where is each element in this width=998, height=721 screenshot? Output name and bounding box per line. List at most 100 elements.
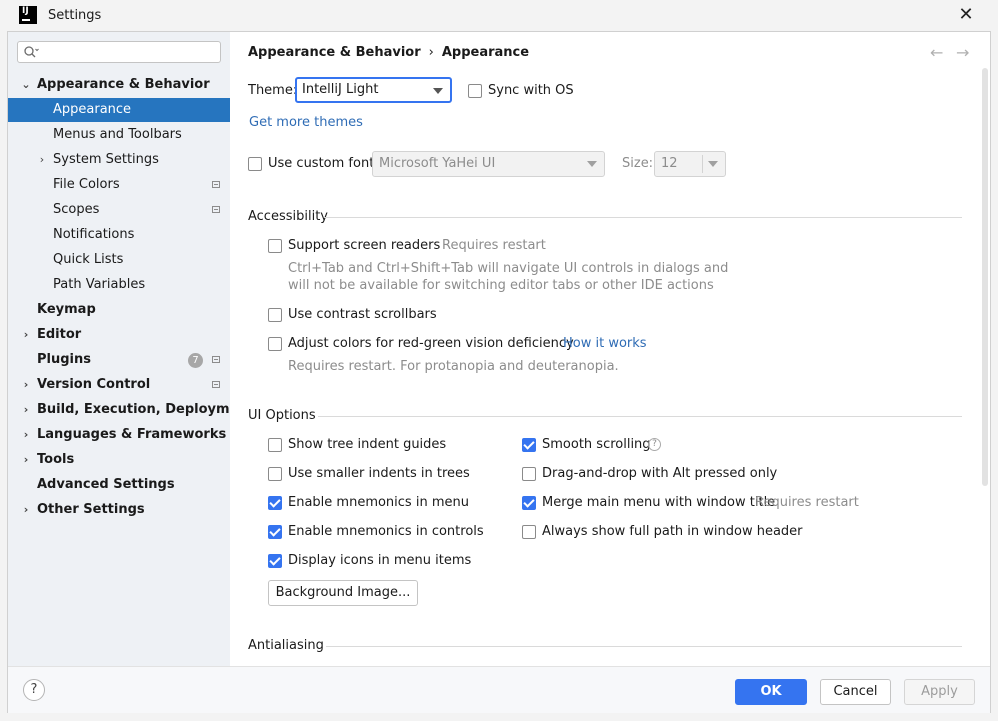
chevron-right-icon: › — [23, 428, 29, 441]
close-icon[interactable]: ✕ — [955, 4, 977, 26]
sidebar-item-other-settings[interactable]: › Other Settings — [8, 498, 230, 522]
get-more-themes-link[interactable]: Get more themes — [249, 115, 363, 130]
sidebar-item-plugins[interactable]: Plugins 7 — [8, 348, 230, 372]
sidebar-item-appearance[interactable]: Appearance — [8, 98, 230, 122]
forward-arrow-icon[interactable]: → — [956, 43, 969, 62]
sidebar-item-build-execution-deployment[interactable]: › Build, Execution, Deployment — [8, 398, 254, 422]
full-path-header-label: Always show full path in window header — [542, 524, 803, 539]
smaller-indents-checkbox[interactable] — [268, 467, 282, 481]
drag-drop-alt-checkbox[interactable] — [522, 467, 536, 481]
sidebar-item-system-settings[interactable]: › System Settings — [8, 148, 230, 172]
sidebar-item-menus-toolbars[interactable]: Menus and Toolbars — [8, 123, 230, 147]
smaller-indents-label: Use smaller indents in trees — [288, 466, 470, 481]
search-input[interactable] — [17, 41, 221, 63]
project-level-icon — [212, 381, 220, 388]
tree-indent-guides-checkbox[interactable] — [268, 438, 282, 452]
smooth-scrolling-checkbox[interactable] — [522, 438, 536, 452]
custom-font-checkbox[interactable] — [248, 157, 262, 171]
window-title: Settings — [48, 8, 102, 23]
back-arrow-icon[interactable]: ← — [930, 43, 943, 62]
cancel-button[interactable]: Cancel — [820, 679, 891, 705]
merge-main-menu-checkbox[interactable] — [522, 496, 536, 510]
full-path-header-checkbox[interactable] — [522, 525, 536, 539]
sidebar-item-notifications[interactable]: Notifications — [8, 223, 230, 247]
chevron-right-icon: › — [23, 453, 29, 466]
project-level-icon — [212, 181, 220, 188]
icons-in-menu-checkbox[interactable] — [268, 554, 282, 568]
chevron-right-icon: › — [23, 403, 29, 416]
background-image-button[interactable]: Background Image... — [268, 580, 418, 606]
search-icon — [24, 46, 39, 58]
section-divider — [318, 416, 962, 417]
sidebar-item-tools[interactable]: › Tools — [8, 448, 230, 472]
combo-divider — [702, 155, 703, 173]
sync-with-os-checkbox[interactable] — [468, 84, 482, 98]
chevron-right-icon: › — [23, 328, 29, 341]
sidebar-item-version-control[interactable]: › Version Control — [8, 373, 230, 397]
title-bar: IJ Settings ✕ — [0, 0, 998, 31]
screen-readers-checkbox[interactable] — [268, 239, 282, 253]
breadcrumb-current: Appearance — [441, 45, 530, 60]
breadcrumb-separator: › — [428, 45, 434, 60]
settings-content: Appearance & Behavior › Appearance ← → The… — [230, 32, 990, 666]
sidebar-item-keymap[interactable]: Keymap — [8, 298, 230, 322]
mnemonics-controls-checkbox[interactable] — [268, 525, 282, 539]
project-level-icon — [212, 206, 220, 213]
breadcrumb-parent[interactable]: Appearance & Behavior — [248, 45, 421, 60]
font-select-value: Microsoft YaHei UI — [379, 156, 496, 171]
font-size-label: Size: — [622, 156, 654, 171]
theme-label: Theme: — [248, 83, 298, 98]
contrast-scrollbars-checkbox[interactable] — [268, 308, 282, 322]
ui-options-section-title: UI Options — [248, 408, 316, 423]
dropdown-arrow-icon — [587, 161, 597, 167]
dropdown-arrow-icon — [433, 88, 443, 94]
intellij-app-icon: IJ — [19, 6, 37, 24]
color-deficiency-note: Requires restart. For protanopia and deu… — [288, 359, 619, 374]
dialog-footer: ? OK Cancel Apply — [8, 666, 990, 713]
chevron-right-icon: › — [23, 503, 29, 516]
chevron-right-icon: › — [39, 153, 45, 166]
section-divider — [326, 646, 962, 647]
merge-main-menu-label: Merge main menu with window title — [542, 495, 776, 510]
project-level-icon — [212, 356, 220, 363]
mnemonics-menu-label: Enable mnemonics in menu — [288, 495, 469, 510]
theme-select[interactable]: IntelliJ Light — [295, 77, 452, 103]
mnemonics-menu-checkbox[interactable] — [268, 496, 282, 510]
updates-badge: 7 — [188, 353, 203, 368]
ok-button[interactable]: OK — [735, 679, 807, 705]
theme-select-value: IntelliJ Light — [302, 82, 379, 97]
help-icon[interactable]: ? — [23, 679, 45, 701]
accessibility-section-title: Accessibility — [248, 209, 328, 224]
sidebar-item-appearance-behavior[interactable]: ⌄ Appearance & Behavior — [8, 73, 230, 97]
color-deficiency-label: Adjust colors for red-green vision defic… — [288, 336, 574, 351]
custom-font-label: Use custom font: — [268, 156, 379, 171]
font-size-select[interactable]: 12 — [654, 151, 726, 177]
color-deficiency-checkbox[interactable] — [268, 337, 282, 351]
font-select[interactable]: Microsoft YaHei UI — [372, 151, 605, 177]
scrollbar-thumb[interactable] — [982, 68, 988, 486]
chevron-down-icon: ⌄ — [21, 78, 31, 91]
antialiasing-section-title: Antialiasing — [248, 638, 324, 653]
how-it-works-link[interactable]: How it works — [563, 336, 647, 351]
drag-drop-alt-label: Drag-and-drop with Alt pressed only — [542, 466, 778, 481]
sidebar-item-languages-frameworks[interactable]: › Languages & Frameworks — [8, 423, 230, 447]
apply-button[interactable]: Apply — [904, 679, 975, 705]
section-divider — [324, 217, 962, 218]
font-size-value: 12 — [661, 156, 678, 171]
sidebar-item-advanced-settings[interactable]: Advanced Settings — [8, 473, 230, 497]
chevron-right-icon: › — [23, 378, 29, 391]
sidebar-item-file-colors[interactable]: File Colors — [8, 173, 230, 197]
sidebar-item-scopes[interactable]: Scopes — [8, 198, 230, 222]
icons-in-menu-label: Display icons in menu items — [288, 553, 472, 568]
mnemonics-controls-label: Enable mnemonics in controls — [288, 524, 484, 539]
screen-readers-description-line1: Ctrl+Tab and Ctrl+Shift+Tab will navigat… — [288, 261, 729, 276]
merge-main-menu-restart-note: Requires restart — [755, 495, 859, 510]
sidebar-item-path-variables[interactable]: Path Variables — [8, 273, 230, 297]
sidebar-item-quick-lists[interactable]: Quick Lists — [8, 248, 230, 272]
sidebar-item-editor[interactable]: › Editor — [8, 323, 230, 347]
sync-with-os-label: Sync with OS — [488, 83, 574, 98]
help-icon[interactable]: ? — [648, 438, 661, 451]
screen-readers-description-line2: will not be available for switching edit… — [288, 278, 714, 293]
screen-readers-label: Support screen readers — [288, 238, 441, 253]
screen-readers-restart-note: Requires restart — [442, 238, 546, 253]
